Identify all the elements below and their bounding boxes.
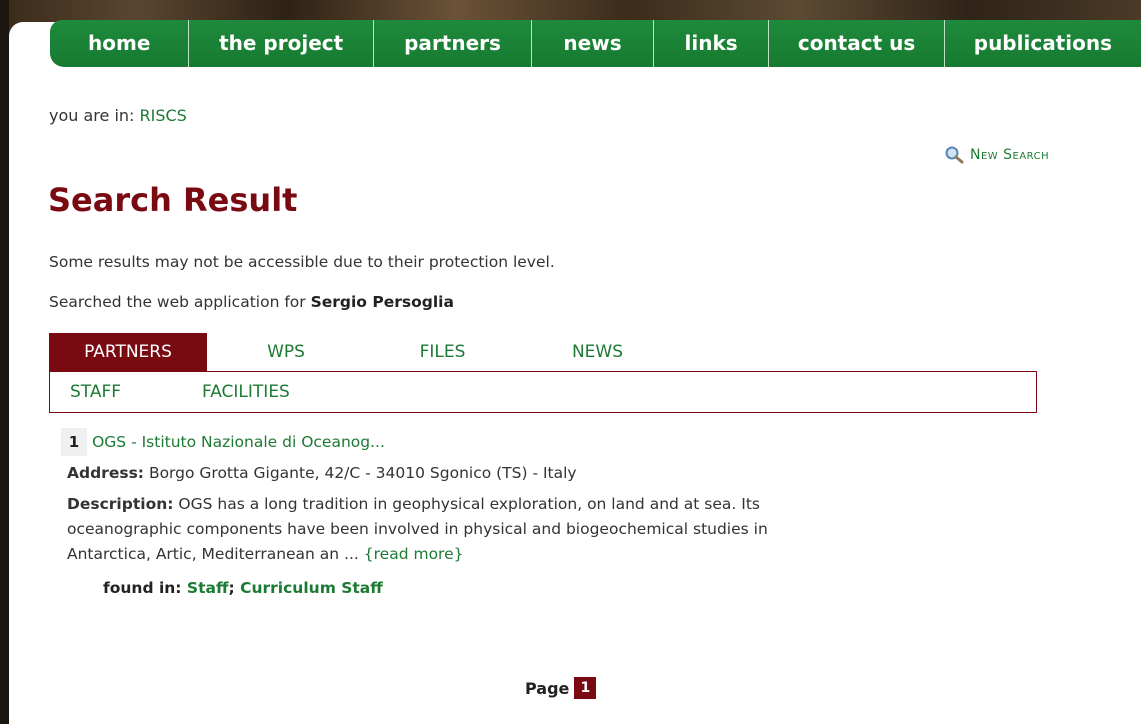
address-value: Borgo Grotta Gigante, 42/C - 34010 Sgoni… bbox=[148, 464, 577, 482]
main-navigation: home the project partners news links con… bbox=[50, 20, 1141, 67]
found-in-label: found in: bbox=[103, 579, 182, 597]
result-subtabs: STAFF FACILITIES bbox=[49, 371, 1037, 413]
search-summary: Searched the web application for Sergio … bbox=[49, 293, 454, 311]
breadcrumb-current-link[interactable]: RISCS bbox=[140, 106, 187, 125]
found-in-staff-link[interactable]: Staff bbox=[187, 579, 229, 597]
nav-partners[interactable]: partners bbox=[374, 20, 533, 67]
description-label: Description: bbox=[67, 495, 174, 513]
tab-files[interactable]: FILES bbox=[365, 333, 520, 371]
subtab-staff[interactable]: STAFF bbox=[70, 372, 202, 412]
new-search-link[interactable]: New Search bbox=[944, 146, 1049, 164]
result-tabs: PARTNERS WPS FILES NEWS bbox=[49, 333, 1037, 371]
found-in: found in: Staff; Curriculum Staff bbox=[103, 579, 821, 597]
subtab-facilities[interactable]: FACILITIES bbox=[202, 372, 290, 412]
pagination-current-page[interactable]: 1 bbox=[574, 677, 597, 699]
new-search-label: New Search bbox=[970, 147, 1050, 163]
nav-links[interactable]: links bbox=[654, 20, 770, 67]
found-in-curriculum-staff-link[interactable]: Curriculum Staff bbox=[240, 579, 383, 597]
nav-publications[interactable]: publications bbox=[945, 20, 1141, 67]
tab-partners[interactable]: PARTNERS bbox=[49, 333, 207, 371]
protection-note: Some results may not be accessible due t… bbox=[49, 253, 555, 271]
left-border bbox=[0, 0, 9, 724]
breadcrumb: you are in: RISCS bbox=[49, 106, 187, 125]
result-number: 1 bbox=[61, 428, 87, 456]
pagination-label: Page bbox=[525, 678, 570, 698]
nav-contact-us[interactable]: contact us bbox=[769, 20, 945, 67]
search-query: Sergio Persoglia bbox=[310, 293, 454, 311]
read-more-link[interactable]: {read more} bbox=[364, 545, 464, 563]
nav-the-project[interactable]: the project bbox=[189, 20, 374, 67]
result-description: Description: OGS has a long tradition in… bbox=[67, 492, 821, 567]
nav-news[interactable]: news bbox=[532, 20, 654, 67]
search-summary-prefix: Searched the web application for bbox=[49, 293, 306, 311]
breadcrumb-prefix: you are in: bbox=[49, 106, 135, 125]
magnifier-icon bbox=[945, 146, 964, 164]
result-address: Address: Borgo Grotta Gigante, 42/C - 34… bbox=[67, 464, 821, 482]
pagination: Page 1 bbox=[525, 677, 597, 699]
found-in-separator: ; bbox=[228, 579, 235, 597]
result-header: 1 OGS - Istituto Nazionale di Oceanog... bbox=[61, 428, 821, 456]
page-title: Search Result bbox=[48, 181, 298, 219]
tab-news[interactable]: NEWS bbox=[520, 333, 675, 371]
address-label: Address: bbox=[67, 464, 144, 482]
search-result-item: 1 OGS - Istituto Nazionale di Oceanog...… bbox=[61, 428, 821, 597]
nav-home[interactable]: home bbox=[50, 20, 190, 67]
tab-wps[interactable]: WPS bbox=[207, 333, 365, 371]
result-title-link[interactable]: OGS - Istituto Nazionale di Oceanog... bbox=[92, 433, 385, 451]
